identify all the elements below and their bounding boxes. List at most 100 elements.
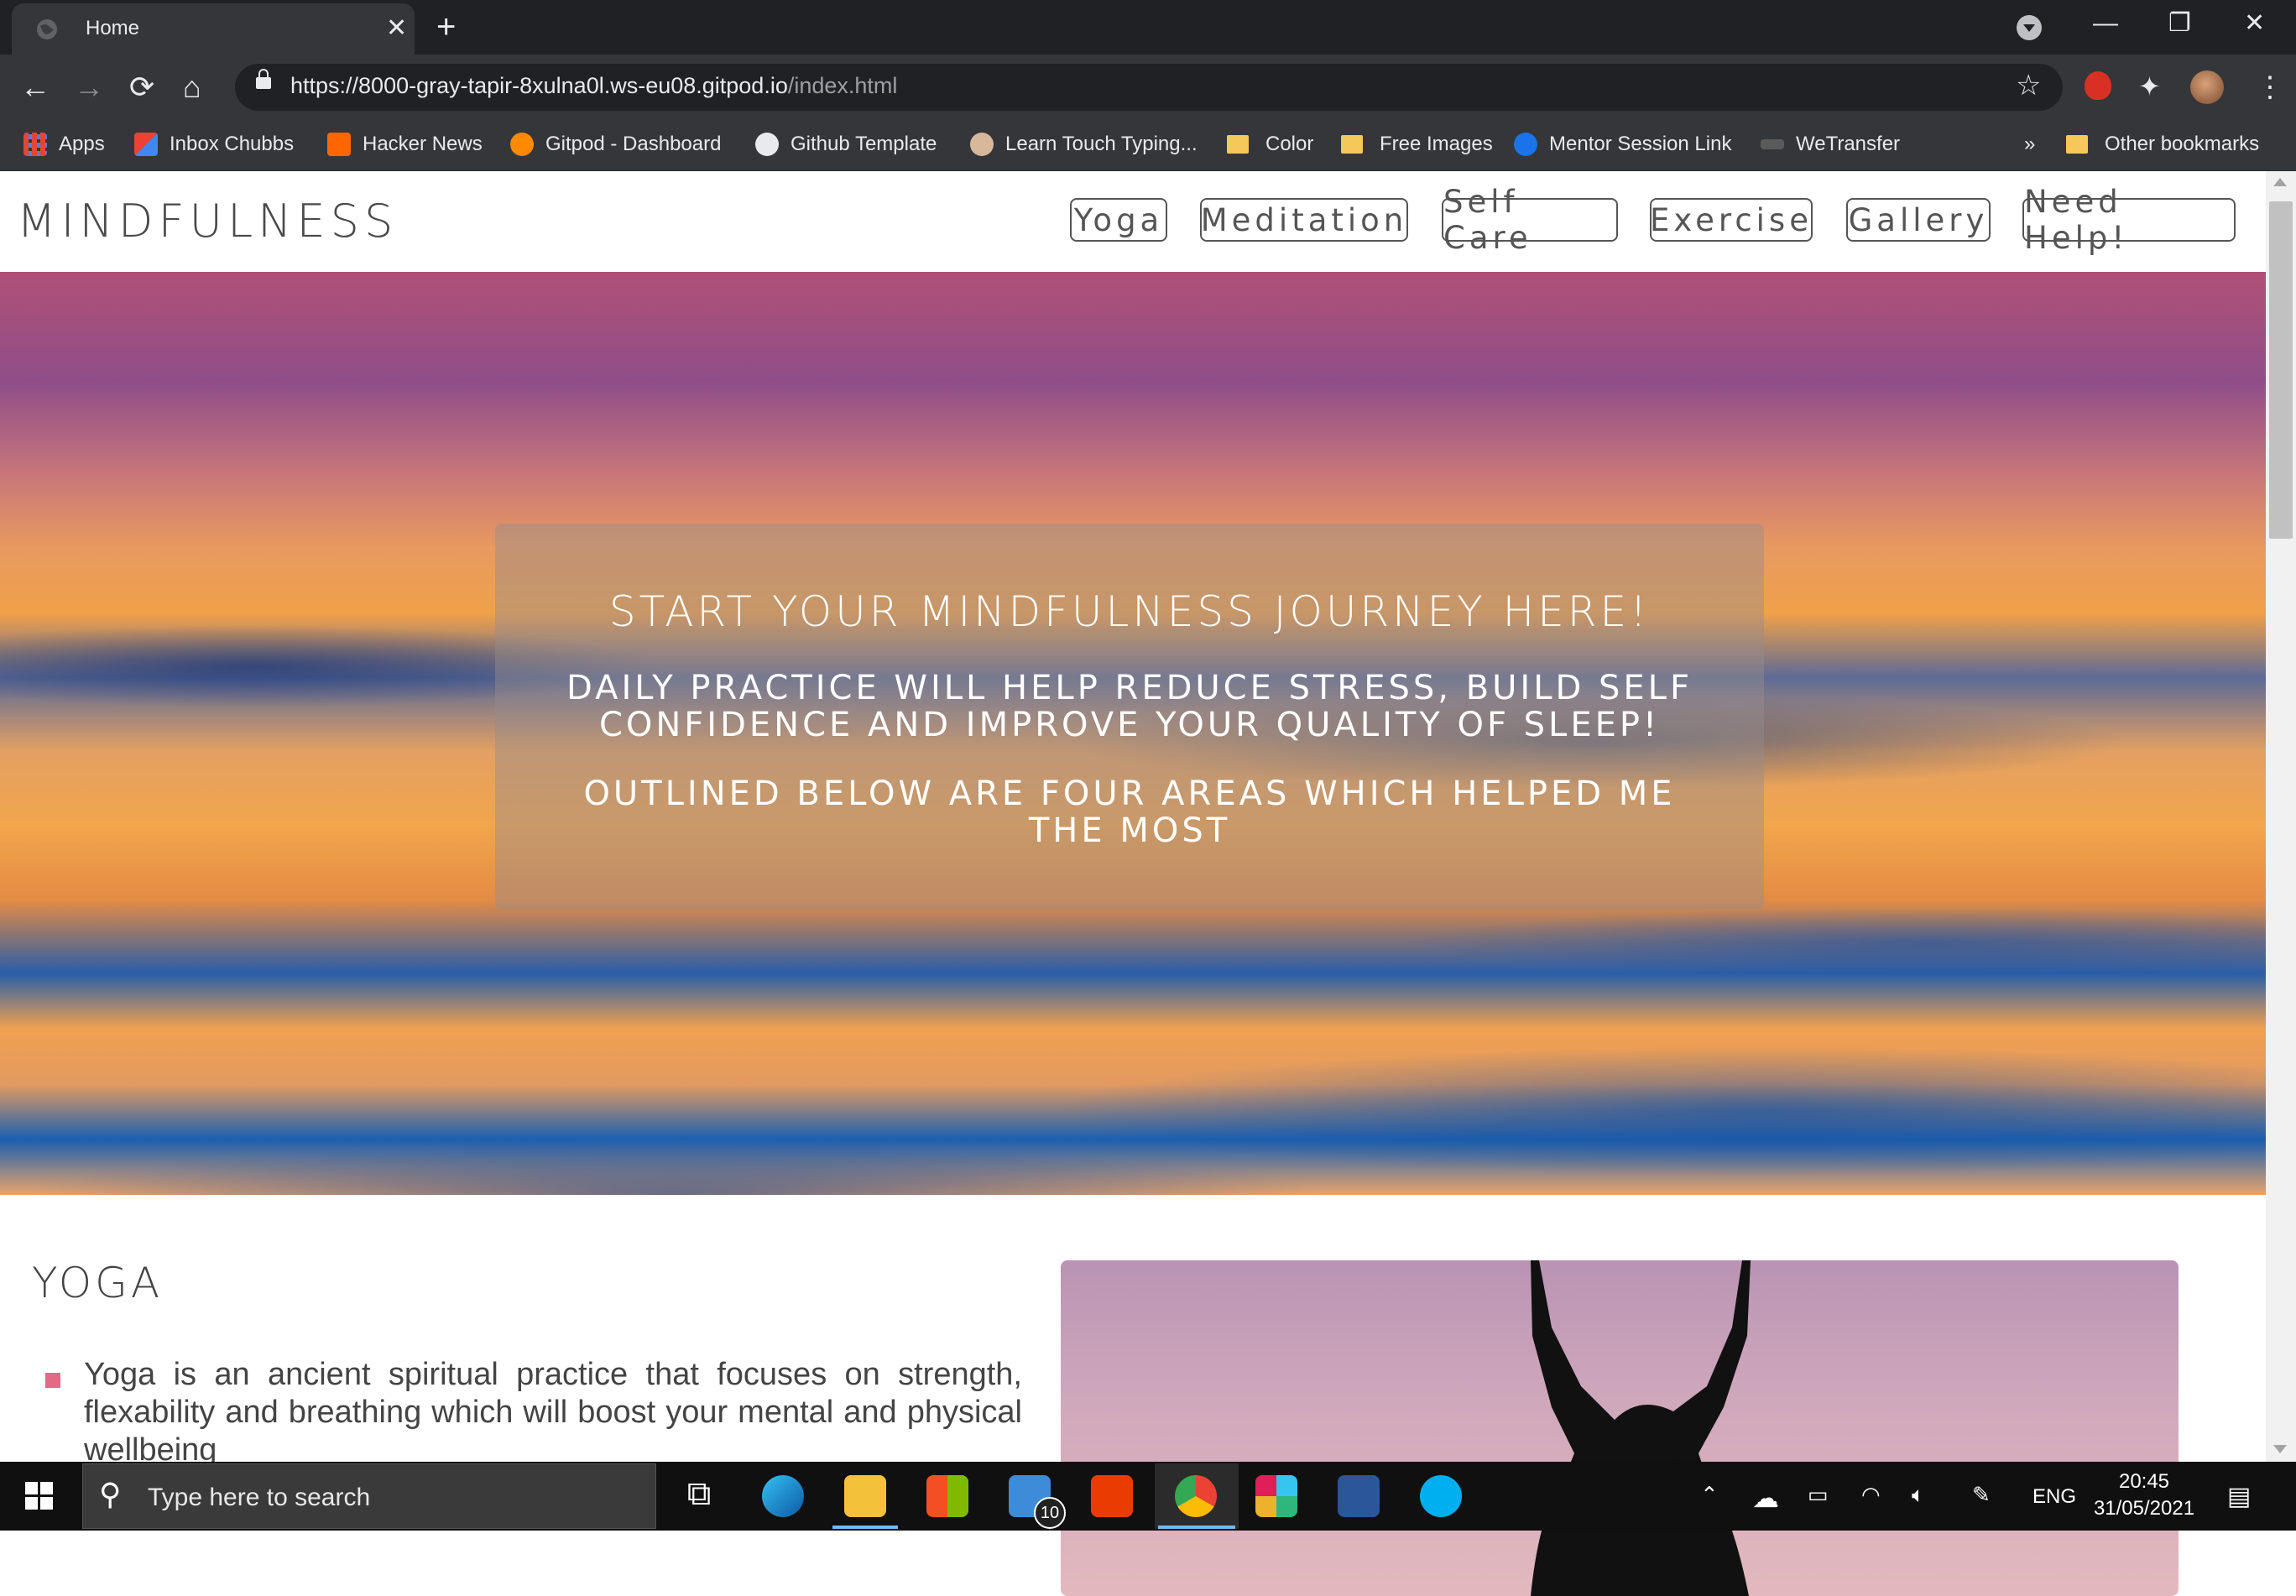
other-bookmarks[interactable]: Other bookmarks xyxy=(2058,126,2259,163)
folder-icon xyxy=(1227,135,1249,154)
bookmark-color[interactable]: Color xyxy=(1227,126,1313,163)
show-hidden-icons-chevron-icon[interactable]: ⌃ xyxy=(1700,1482,1719,1508)
nav-need-help[interactable]: Need Help! xyxy=(2022,184,2236,256)
yoga-description: Yoga is an ancient spiritual practice th… xyxy=(84,1357,1022,1468)
home-icon[interactable]: ⌂ xyxy=(183,70,201,104)
browser-tab-home[interactable]: Home ✕ xyxy=(12,3,415,55)
scroll-down-arrow-icon[interactable] xyxy=(2273,1445,2287,1453)
url-text[interactable]: https://8000-gray-tapir-8xulna0l.ws-eu08… xyxy=(290,73,897,99)
bookmark-label: Hacker News xyxy=(363,133,483,155)
clock-time: 20:45 xyxy=(2118,1470,2170,1493)
bookmark-label: Gitpod - Dashboard xyxy=(545,133,722,155)
yoga-section-title: YOGA xyxy=(32,1259,164,1307)
battery-icon[interactable]: ▭ xyxy=(1808,1482,1829,1508)
mail-badge: 10 xyxy=(1034,1497,1066,1529)
minimize-button[interactable]: — xyxy=(2093,7,2118,40)
hero-paragraph-2-line-1: OUTLINED BELOW ARE FOUR AREAS WHICH HELP… xyxy=(583,775,1676,813)
nav-exercise[interactable]: Exercise xyxy=(1650,198,1813,242)
globe-icon xyxy=(37,19,57,39)
wifi-icon[interactable]: ◠ xyxy=(1861,1482,1881,1508)
tab-title: Home xyxy=(86,17,140,39)
github-icon xyxy=(755,133,779,156)
scroll-up-arrow-icon[interactable] xyxy=(2273,178,2287,186)
file-explorer-icon[interactable] xyxy=(844,1475,886,1517)
chrome-active-indicator xyxy=(1158,1526,1235,1529)
bookmark-gitpod-dashboard[interactable]: Gitpod - Dashboard xyxy=(510,126,721,163)
bookmark-label: Apps xyxy=(59,133,105,155)
profile-avatar[interactable] xyxy=(2190,70,2224,104)
hero-paragraph-2-line-2: THE MOST xyxy=(1028,811,1231,850)
notifications-icon[interactable]: ▤ xyxy=(2227,1482,2251,1511)
ycombinator-icon xyxy=(327,133,351,156)
restore-button[interactable]: ❐ xyxy=(2168,7,2191,40)
bookmark-hacker-news[interactable]: Hacker News xyxy=(327,126,483,163)
word-icon[interactable] xyxy=(1338,1475,1380,1517)
bookmark-star-icon[interactable]: ☆ xyxy=(2016,69,2041,102)
nav-meditation[interactable]: Meditation xyxy=(1200,198,1408,242)
yoga-silhouette-figure xyxy=(1531,1260,1751,1596)
windows-start-button[interactable] xyxy=(25,1482,54,1510)
taskbar-clock[interactable]: 20:45 31/05/2021 xyxy=(2090,1468,2199,1522)
bookmark-github-template[interactable]: Github Template xyxy=(755,126,937,163)
pen-ink-icon[interactable]: ✎ xyxy=(1972,1482,1991,1508)
bookmark-label: WeTransfer xyxy=(1796,133,1901,155)
bookmark-wetransfer[interactable]: WeTransfer xyxy=(1761,126,1900,163)
explorer-active-indicator xyxy=(832,1526,898,1529)
bookmark-label: Color xyxy=(1265,133,1314,155)
hero-paragraph-1-line-1: DAILY PRACTICE WILL HELP REDUCE STRESS, … xyxy=(566,669,1693,707)
input-language[interactable]: ENG xyxy=(2032,1485,2076,1509)
bookmark-label: Other bookmarks xyxy=(2105,133,2260,155)
bookmark-label: Free Images xyxy=(1380,133,1493,155)
folder-icon xyxy=(2066,135,2088,154)
bookmark-learn-touch-typing[interactable]: Learn Touch Typing... xyxy=(970,126,1198,163)
wetransfer-icon xyxy=(1761,139,1784,149)
apps-grid-icon xyxy=(23,133,47,156)
nav-yoga[interactable]: Yoga xyxy=(1070,198,1167,242)
skype-icon[interactable] xyxy=(1420,1475,1462,1517)
typing-icon xyxy=(970,133,994,156)
clock-date: 31/05/2021 xyxy=(2093,1497,2195,1520)
taskbar-search-placeholder[interactable]: Type here to search xyxy=(148,1484,370,1512)
edge-browser-icon[interactable] xyxy=(762,1475,804,1517)
bookmark-label: Inbox Chubbs xyxy=(170,133,295,155)
search-icon: ⚲ xyxy=(99,1477,122,1511)
reload-icon[interactable]: ⟳ xyxy=(129,70,154,104)
bookmark-mentor-session-link[interactable]: Mentor Session Link xyxy=(1514,126,1731,163)
bookmark-apps[interactable]: Apps xyxy=(23,126,105,163)
calendly-icon xyxy=(1514,133,1537,156)
gitpod-icon xyxy=(510,133,534,156)
site-brand[interactable]: MINDFULNESS xyxy=(17,195,398,248)
bookmarks-overflow-button[interactable]: » xyxy=(2024,126,2035,163)
onedrive-cloud-icon[interactable]: ☁ xyxy=(1752,1482,1779,1514)
nav-self-care[interactable]: Self Care xyxy=(1442,184,1618,256)
microsoft-store-icon[interactable] xyxy=(926,1475,968,1517)
bookmark-inbox-chubbs[interactable]: Inbox Chubbs xyxy=(134,126,294,163)
office-icon[interactable] xyxy=(1091,1475,1133,1517)
tab-close-icon[interactable]: ✕ xyxy=(386,13,407,44)
lock-icon[interactable] xyxy=(256,69,271,89)
hero-heading: START YOUR MINDFULNESS JOURNEY HERE! xyxy=(608,587,1651,636)
chevron-double-right-icon: » xyxy=(2024,133,2036,155)
gmail-icon xyxy=(134,133,158,156)
volume-icon[interactable]: 🔈︎ xyxy=(1912,1482,1925,1509)
close-window-button[interactable]: ✕ xyxy=(2244,7,2265,40)
bookmark-free-images[interactable]: Free Images xyxy=(1341,126,1493,163)
scrollbar-thumb[interactable] xyxy=(2269,201,2293,539)
bookmark-label: Learn Touch Typing... xyxy=(1005,133,1198,155)
yoga-silhouette-image xyxy=(1061,1260,2179,1596)
chrome-icon[interactable] xyxy=(1175,1475,1217,1517)
extensions-puzzle-icon[interactable]: ✦ xyxy=(2138,70,2161,102)
list-bullet-icon xyxy=(45,1373,60,1388)
new-tab-button[interactable]: + xyxy=(436,7,456,47)
menu-kebab-icon[interactable]: ⋮ xyxy=(2256,70,2284,104)
folder-icon xyxy=(1341,135,1363,154)
forward-arrow-icon[interactable]: → xyxy=(74,70,104,104)
bookmark-label: Mentor Session Link xyxy=(1549,133,1732,155)
adblock-extension-icon[interactable] xyxy=(2085,71,2111,100)
tab-search-icon[interactable] xyxy=(2017,15,2042,40)
nav-gallery[interactable]: Gallery xyxy=(1846,198,1991,242)
back-arrow-icon[interactable]: ← xyxy=(20,70,50,104)
slack-icon[interactable] xyxy=(1255,1475,1297,1517)
task-view-icon[interactable]: ⧉ xyxy=(678,1475,720,1517)
bookmark-label: Github Template xyxy=(791,133,937,155)
